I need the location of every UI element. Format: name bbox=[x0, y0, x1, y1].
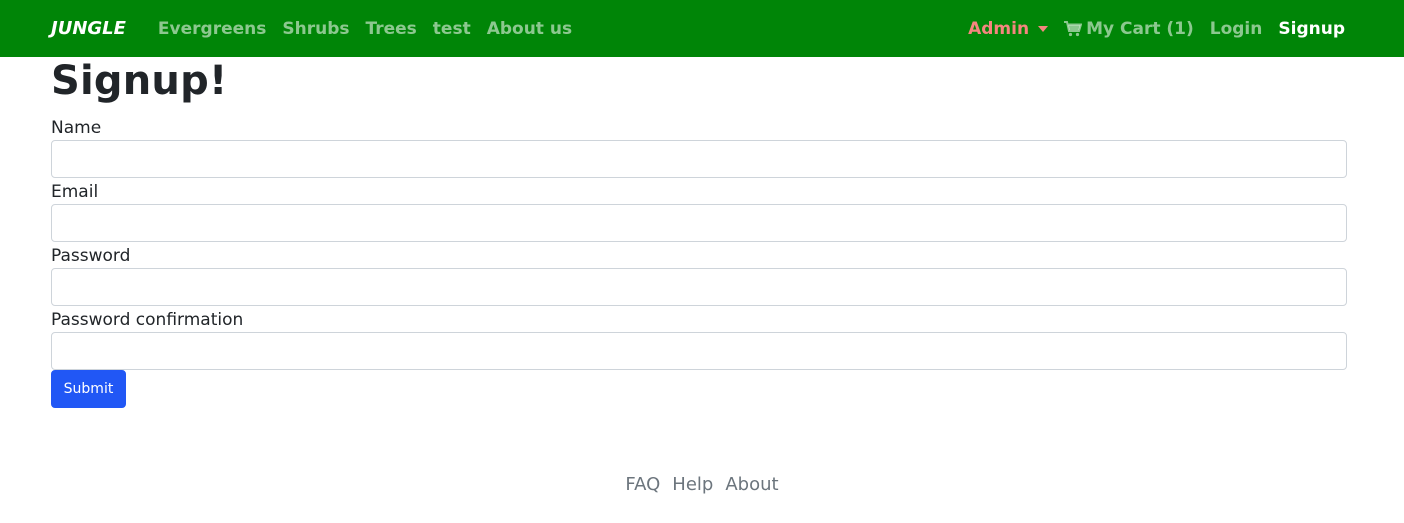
password-confirmation-label: Password confirmation bbox=[51, 310, 244, 330]
password-label: Password bbox=[51, 246, 131, 266]
footer: FAQ Help About bbox=[0, 474, 1404, 495]
name-field[interactable] bbox=[51, 140, 1347, 178]
signup-link[interactable]: Signup bbox=[1270, 19, 1353, 39]
email-label: Email bbox=[51, 182, 99, 202]
password-confirmation-field[interactable] bbox=[51, 332, 1347, 370]
admin-dropdown[interactable]: Admin bbox=[960, 19, 1056, 39]
password-field[interactable] bbox=[51, 268, 1347, 306]
caret-down-icon bbox=[1038, 26, 1049, 32]
nav-link-test[interactable]: test bbox=[425, 19, 479, 39]
footer-link-about[interactable]: About bbox=[725, 474, 778, 495]
submit-button[interactable]: Submit bbox=[51, 370, 126, 408]
name-label: Name bbox=[51, 118, 102, 138]
login-link[interactable]: Login bbox=[1202, 19, 1271, 39]
page-title: Signup! bbox=[51, 58, 228, 104]
admin-dropdown-label: Admin bbox=[968, 18, 1030, 39]
shopping-cart-icon bbox=[1064, 20, 1083, 36]
navbar: JUNGLE Evergreens Shrubs Trees test Abou… bbox=[0, 0, 1404, 57]
email-field[interactable] bbox=[51, 204, 1347, 242]
brand-logo[interactable]: JUNGLE bbox=[51, 18, 126, 39]
my-cart-link[interactable]: My Cart (1) bbox=[1056, 19, 1202, 39]
nav-link-trees[interactable]: Trees bbox=[358, 19, 425, 39]
footer-link-faq[interactable]: FAQ bbox=[625, 474, 660, 495]
nav-left: Evergreens Shrubs Trees test About us bbox=[150, 19, 580, 39]
nav-link-evergreens[interactable]: Evergreens bbox=[150, 19, 274, 39]
nav-link-about-us[interactable]: About us bbox=[479, 19, 580, 39]
nav-link-shrubs[interactable]: Shrubs bbox=[274, 19, 357, 39]
nav-right: Admin My Cart (1) Login Signup bbox=[960, 19, 1353, 39]
signup-form: Name Email Password Password confirmatio… bbox=[51, 118, 1347, 408]
footer-link-help[interactable]: Help bbox=[672, 474, 713, 495]
signup-form-container: Signup! Name Email Password Password con… bbox=[51, 57, 1347, 408]
my-cart-label: My Cart (1) bbox=[1086, 18, 1194, 39]
